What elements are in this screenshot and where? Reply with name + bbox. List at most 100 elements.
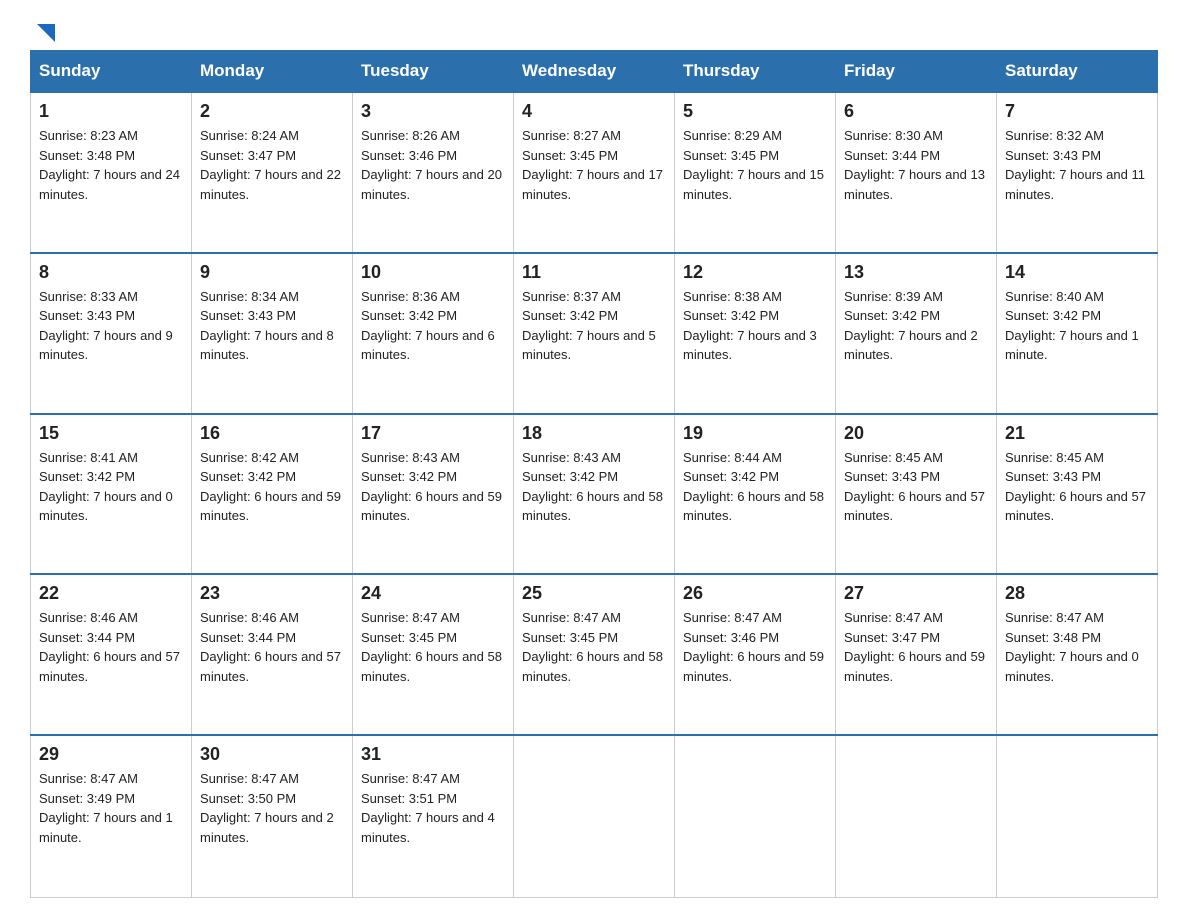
day-number: 24 [361, 583, 505, 604]
calendar-cell: 30 Sunrise: 8:47 AMSunset: 3:50 PMDayligh… [192, 735, 353, 897]
calendar-cell: 27 Sunrise: 8:47 AMSunset: 3:47 PMDayligh… [836, 574, 997, 735]
day-info: Sunrise: 8:47 AMSunset: 3:51 PMDaylight:… [361, 769, 505, 847]
calendar-day-header-wednesday: Wednesday [514, 51, 675, 93]
day-number: 11 [522, 262, 666, 283]
day-number: 28 [1005, 583, 1149, 604]
day-number: 18 [522, 423, 666, 444]
day-number: 16 [200, 423, 344, 444]
day-info: Sunrise: 8:36 AMSunset: 3:42 PMDaylight:… [361, 287, 505, 365]
day-info: Sunrise: 8:47 AMSunset: 3:50 PMDaylight:… [200, 769, 344, 847]
day-info: Sunrise: 8:33 AMSunset: 3:43 PMDaylight:… [39, 287, 183, 365]
day-number: 12 [683, 262, 827, 283]
day-info: Sunrise: 8:47 AMSunset: 3:46 PMDaylight:… [683, 608, 827, 686]
logo-triangle-icon [33, 22, 55, 44]
calendar-day-header-tuesday: Tuesday [353, 51, 514, 93]
day-info: Sunrise: 8:45 AMSunset: 3:43 PMDaylight:… [1005, 448, 1149, 526]
day-number: 13 [844, 262, 988, 283]
calendar-cell: 6 Sunrise: 8:30 AMSunset: 3:44 PMDaylight… [836, 92, 997, 253]
logo [30, 20, 55, 40]
page: SundayMondayTuesdayWednesdayThursdayFrid… [0, 0, 1188, 918]
calendar-cell: 4Sunrise: 8:27 AMSunset: 3:45 PMDaylight… [514, 92, 675, 253]
calendar-cell: 9 Sunrise: 8:34 AMSunset: 3:43 PMDaylight… [192, 253, 353, 414]
day-info: Sunrise: 8:37 AMSunset: 3:42 PMDaylight:… [522, 287, 666, 365]
day-number: 14 [1005, 262, 1149, 283]
day-number: 17 [361, 423, 505, 444]
day-info: Sunrise: 8:43 AMSunset: 3:42 PMDaylight:… [522, 448, 666, 526]
calendar-cell: 13 Sunrise: 8:39 AMSunset: 3:42 PMDayligh… [836, 253, 997, 414]
day-number: 3 [361, 101, 505, 122]
calendar-cell: 14 Sunrise: 8:40 AMSunset: 3:42 PMDayligh… [997, 253, 1158, 414]
calendar-day-header-sunday: Sunday [31, 51, 192, 93]
calendar-cell: 7 Sunrise: 8:32 AMSunset: 3:43 PMDaylight… [997, 92, 1158, 253]
calendar-header-row: SundayMondayTuesdayWednesdayThursdayFrid… [31, 51, 1158, 93]
calendar-cell: 29Sunrise: 8:47 AMSunset: 3:49 PMDayligh… [31, 735, 192, 897]
day-info: Sunrise: 8:27 AMSunset: 3:45 PMDaylight:… [522, 126, 666, 204]
day-number: 25 [522, 583, 666, 604]
day-info: Sunrise: 8:38 AMSunset: 3:42 PMDaylight:… [683, 287, 827, 365]
calendar-cell: 31 Sunrise: 8:47 AMSunset: 3:51 PMDayligh… [353, 735, 514, 897]
calendar-cell: 20 Sunrise: 8:45 AMSunset: 3:43 PMDayligh… [836, 414, 997, 575]
calendar-table: SundayMondayTuesdayWednesdayThursdayFrid… [30, 50, 1158, 898]
day-number: 20 [844, 423, 988, 444]
day-info: Sunrise: 8:29 AMSunset: 3:45 PMDaylight:… [683, 126, 827, 204]
calendar-cell: 3 Sunrise: 8:26 AMSunset: 3:46 PMDaylight… [353, 92, 514, 253]
calendar-day-header-thursday: Thursday [675, 51, 836, 93]
header [30, 20, 1158, 40]
day-info: Sunrise: 8:34 AMSunset: 3:43 PMDaylight:… [200, 287, 344, 365]
calendar-cell: 10Sunrise: 8:36 AMSunset: 3:42 PMDayligh… [353, 253, 514, 414]
day-number: 27 [844, 583, 988, 604]
day-info: Sunrise: 8:43 AMSunset: 3:42 PMDaylight:… [361, 448, 505, 526]
day-info: Sunrise: 8:47 AMSunset: 3:45 PMDaylight:… [361, 608, 505, 686]
day-number: 21 [1005, 423, 1149, 444]
day-number: 30 [200, 744, 344, 765]
calendar-cell: 16 Sunrise: 8:42 AMSunset: 3:42 PMDayligh… [192, 414, 353, 575]
calendar-day-header-friday: Friday [836, 51, 997, 93]
day-info: Sunrise: 8:45 AMSunset: 3:43 PMDaylight:… [844, 448, 988, 526]
calendar-cell: 8 Sunrise: 8:33 AMSunset: 3:43 PMDaylight… [31, 253, 192, 414]
calendar-cell: 15Sunrise: 8:41 AMSunset: 3:42 PMDayligh… [31, 414, 192, 575]
day-number: 7 [1005, 101, 1149, 122]
calendar-cell: 22 Sunrise: 8:46 AMSunset: 3:44 PMDayligh… [31, 574, 192, 735]
day-info: Sunrise: 8:42 AMSunset: 3:42 PMDaylight:… [200, 448, 344, 526]
day-info: Sunrise: 8:46 AMSunset: 3:44 PMDaylight:… [39, 608, 183, 686]
day-info: Sunrise: 8:23 AMSunset: 3:48 PMDaylight:… [39, 126, 183, 204]
calendar-week-row: 1 Sunrise: 8:23 AMSunset: 3:48 PMDaylight… [31, 92, 1158, 253]
day-info: Sunrise: 8:32 AMSunset: 3:43 PMDaylight:… [1005, 126, 1149, 204]
calendar-cell [836, 735, 997, 897]
day-number: 8 [39, 262, 183, 283]
calendar-cell: 17 Sunrise: 8:43 AMSunset: 3:42 PMDayligh… [353, 414, 514, 575]
calendar-cell [997, 735, 1158, 897]
logo-line1 [30, 20, 55, 44]
day-number: 1 [39, 101, 183, 122]
day-info: Sunrise: 8:47 AMSunset: 3:47 PMDaylight:… [844, 608, 988, 686]
calendar-cell: 18 Sunrise: 8:43 AMSunset: 3:42 PMDayligh… [514, 414, 675, 575]
day-info: Sunrise: 8:30 AMSunset: 3:44 PMDaylight:… [844, 126, 988, 204]
calendar-week-row: 8 Sunrise: 8:33 AMSunset: 3:43 PMDaylight… [31, 253, 1158, 414]
day-number: 23 [200, 583, 344, 604]
day-info: Sunrise: 8:44 AMSunset: 3:42 PMDaylight:… [683, 448, 827, 526]
calendar-cell: 24 Sunrise: 8:47 AMSunset: 3:45 PMDayligh… [353, 574, 514, 735]
day-info: Sunrise: 8:47 AMSunset: 3:49 PMDaylight:… [39, 769, 183, 847]
calendar-week-row: 22 Sunrise: 8:46 AMSunset: 3:44 PMDayligh… [31, 574, 1158, 735]
day-info: Sunrise: 8:47 AMSunset: 3:48 PMDaylight:… [1005, 608, 1149, 686]
day-number: 22 [39, 583, 183, 604]
calendar-cell: 28 Sunrise: 8:47 AMSunset: 3:48 PMDayligh… [997, 574, 1158, 735]
calendar-cell [514, 735, 675, 897]
calendar-cell: 1 Sunrise: 8:23 AMSunset: 3:48 PMDaylight… [31, 92, 192, 253]
calendar-day-header-monday: Monday [192, 51, 353, 93]
day-number: 19 [683, 423, 827, 444]
calendar-cell: 25Sunrise: 8:47 AMSunset: 3:45 PMDayligh… [514, 574, 675, 735]
day-number: 26 [683, 583, 827, 604]
day-number: 6 [844, 101, 988, 122]
day-info: Sunrise: 8:24 AMSunset: 3:47 PMDaylight:… [200, 126, 344, 204]
calendar-cell: 21 Sunrise: 8:45 AMSunset: 3:43 PMDayligh… [997, 414, 1158, 575]
calendar-cell: 2Sunrise: 8:24 AMSunset: 3:47 PMDaylight… [192, 92, 353, 253]
calendar-cell [675, 735, 836, 897]
day-info: Sunrise: 8:39 AMSunset: 3:42 PMDaylight:… [844, 287, 988, 365]
day-info: Sunrise: 8:41 AMSunset: 3:42 PMDaylight:… [39, 448, 183, 526]
day-number: 31 [361, 744, 505, 765]
day-number: 9 [200, 262, 344, 283]
calendar-cell: 26 Sunrise: 8:47 AMSunset: 3:46 PMDayligh… [675, 574, 836, 735]
day-info: Sunrise: 8:26 AMSunset: 3:46 PMDaylight:… [361, 126, 505, 204]
day-info: Sunrise: 8:40 AMSunset: 3:42 PMDaylight:… [1005, 287, 1149, 365]
